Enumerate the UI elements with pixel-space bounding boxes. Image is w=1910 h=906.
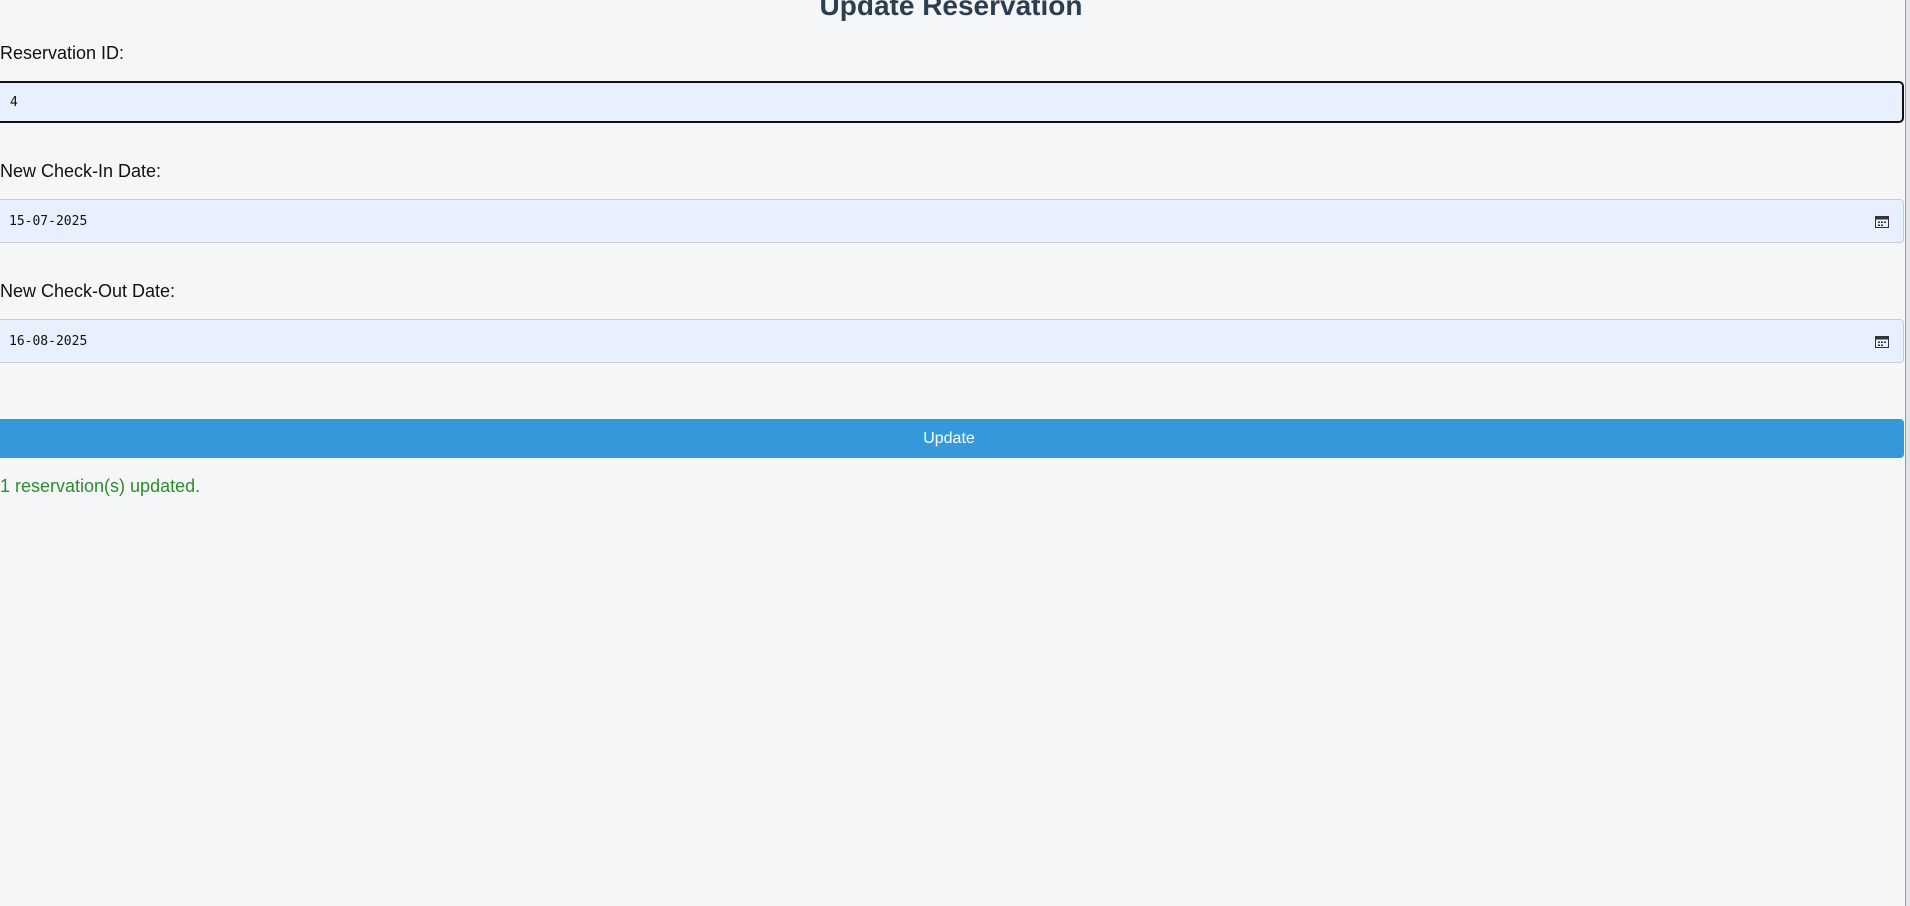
check-out-date-value: 16-08-2025 [9, 333, 88, 349]
page-title: Update Reservation [819, 0, 1083, 21]
update-button[interactable]: Update [0, 419, 1904, 458]
status-message: 1 reservation(s) updated. [0, 476, 201, 496]
check-in-date-value: 15-07-2025 [9, 213, 88, 229]
check-in-label: New Check-In Date: [0, 161, 162, 181]
reservation-id-label: Reservation ID: [0, 43, 125, 63]
reservation-id-value: 4 [10, 94, 18, 110]
check-out-label: New Check-Out Date: [0, 281, 176, 301]
vertical-scrollbar[interactable] [1905, 0, 1910, 906]
check-out-date-input[interactable]: 16-08-2025 [0, 319, 1904, 363]
check-in-date-input[interactable]: 15-07-2025 [0, 199, 1904, 243]
reservation-id-input[interactable]: 4 [0, 81, 1904, 123]
calendar-icon[interactable] [1875, 335, 1889, 348]
calendar-icon[interactable] [1875, 215, 1889, 228]
update-reservation-page: Update Reservation Reservation ID: 4 New… [0, 0, 1910, 906]
